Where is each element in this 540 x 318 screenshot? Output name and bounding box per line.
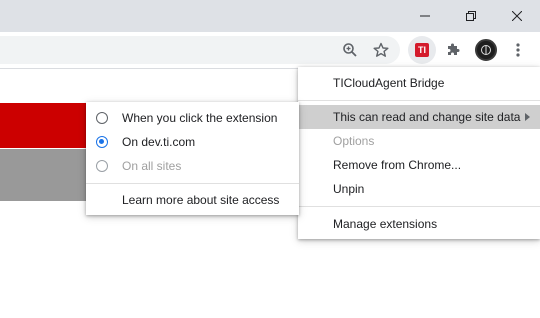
submenu-arrow-icon bbox=[525, 113, 530, 121]
restore-icon bbox=[466, 11, 476, 21]
ti-extension-button[interactable]: TI bbox=[408, 36, 436, 64]
radio-option-label: On all sites bbox=[122, 159, 182, 173]
minimize-button[interactable] bbox=[402, 0, 448, 32]
ti-extension-icon: TI bbox=[415, 43, 429, 57]
unpin-menu-item[interactable]: Unpin bbox=[298, 177, 540, 201]
site-access-submenu: When you click the extension On dev.ti.c… bbox=[86, 102, 299, 215]
zoom-button[interactable] bbox=[338, 38, 362, 62]
browser-toolbar: TI bbox=[0, 32, 540, 69]
site-access-menu-item[interactable]: This can read and change site data bbox=[298, 105, 540, 129]
menu-divider bbox=[86, 183, 299, 184]
radio-option-on-site[interactable]: On dev.ti.com bbox=[86, 130, 299, 154]
options-menu-item: Options bbox=[333, 134, 375, 148]
menu-divider bbox=[298, 100, 540, 101]
menu-divider bbox=[298, 206, 540, 207]
restore-button[interactable] bbox=[448, 0, 494, 32]
site-access-label: This can read and change site data bbox=[333, 110, 521, 124]
profile-avatar bbox=[475, 39, 497, 61]
radio-option-on-click[interactable]: When you click the extension bbox=[86, 106, 299, 130]
manage-extensions-menu-item[interactable]: Manage extensions bbox=[298, 212, 540, 236]
more-vert-icon bbox=[516, 43, 520, 57]
radio-checked-icon bbox=[96, 136, 108, 148]
radio-option-label: When you click the extension bbox=[122, 111, 278, 125]
close-icon bbox=[512, 11, 522, 21]
radio-option-all-sites: On all sites bbox=[86, 154, 299, 178]
extensions-button[interactable] bbox=[441, 38, 465, 62]
remove-from-chrome-menu-item[interactable]: Remove from Chrome... bbox=[298, 153, 540, 177]
zoom-icon bbox=[343, 43, 357, 57]
browser-menu-button[interactable] bbox=[506, 38, 530, 62]
radio-unchecked-icon bbox=[96, 112, 108, 124]
minimize-icon bbox=[420, 15, 430, 17]
learn-more-site-access-link[interactable]: Learn more about site access bbox=[86, 188, 299, 212]
avatar-glyph-icon bbox=[481, 45, 491, 55]
radio-unchecked-icon bbox=[96, 160, 108, 172]
bookmark-star-icon bbox=[373, 42, 389, 57]
profile-button[interactable] bbox=[474, 38, 498, 62]
close-button[interactable] bbox=[494, 0, 540, 32]
extension-name-label: TICloudAgent Bridge bbox=[333, 76, 445, 90]
extension-context-menu: TICloudAgent Bridge This can read and ch… bbox=[298, 67, 540, 239]
title-bar bbox=[0, 0, 540, 32]
radio-option-label: On dev.ti.com bbox=[122, 135, 196, 149]
extensions-puzzle-icon bbox=[448, 43, 460, 55]
bookmark-button[interactable] bbox=[369, 38, 393, 62]
